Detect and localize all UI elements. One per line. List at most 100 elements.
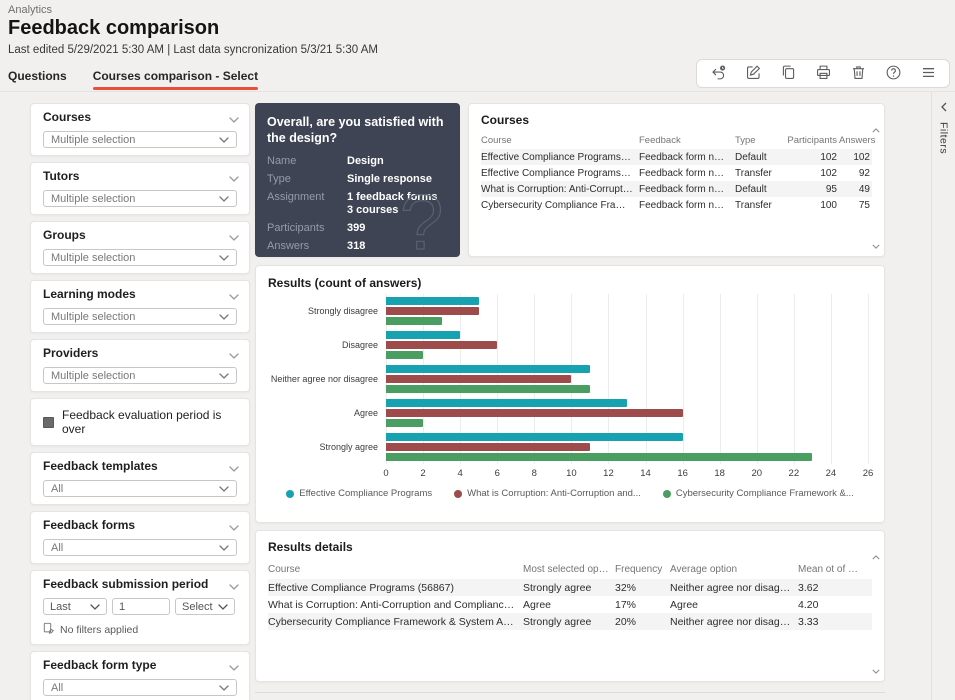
bar-what-is-corruption-anti-corruption-and [386,307,479,315]
column-header: Course [481,135,639,146]
tutors-select[interactable]: Multiple selection [43,190,237,207]
chevron-down-icon[interactable] [229,658,239,676]
bar-group-disagree [386,328,868,362]
chevron-down-icon[interactable] [229,228,239,246]
axis-tick-label: 2 [420,468,425,479]
table-cell: Feedback form name [639,168,735,179]
chevron-down-icon[interactable] [229,110,239,128]
chevron-down-icon[interactable] [229,577,239,595]
select-value: Multiple selection [51,193,135,205]
feedback-evaluation-checkbox[interactable] [43,417,54,428]
legend-item-cybersecurity-compliance-framework[interactable]: Cybersecurity Compliance Framework &... [663,488,854,499]
table-cell: Feedback form name [639,200,735,211]
bar-group-strongly-disagree [386,294,868,328]
providers-select[interactable]: Multiple selection [43,367,237,384]
legend-item-what-is-corruption-anti-corruption-and[interactable]: What is Corruption: Anti-Corruption and.… [454,488,641,499]
filter-panel-feedback-submission-period: Feedback submission periodLastSelectNo f… [30,570,250,645]
courses-panel: Courses CourseFeedbackTypeParticipantsAn… [468,103,885,257]
bar-what-is-corruption-anti-corruption-and [386,409,683,417]
breadcrumb[interactable]: Analytics [8,4,52,16]
bar-chart: Strongly disagreeDisagreeNeither agree n… [268,294,872,506]
chart-category-labels: Strongly disagreeDisagreeNeither agree n… [268,294,386,464]
chevron-down-icon[interactable] [229,518,239,536]
chevron-down-icon[interactable] [229,169,239,187]
details-scrollbar[interactable] [871,555,881,674]
select-value: Multiple selection [51,134,135,146]
courses-select[interactable]: Multiple selection [43,131,237,148]
tab-courses-comparison-select[interactable]: Courses comparison - Select [93,69,258,90]
category-label: Disagree [268,328,386,362]
field-label: Type [267,173,347,186]
bar-cybersecurity-compliance-framework [386,317,442,325]
courses-scrollbar[interactable] [871,128,881,249]
filter-panel-feedback-forms: Feedback forms All [30,511,250,564]
filter-title: Groups [43,229,237,242]
chart-x-axis: 02468101214161820222426 [386,468,868,482]
feedback-forms-select[interactable]: All [43,539,237,556]
print-button[interactable] [814,65,832,83]
legend-dot-icon [663,490,671,498]
tab-questions[interactable]: Questions [8,69,67,90]
filter-panel-learning-modes: Learning modesMultiple selection [30,280,250,333]
edit-button[interactable] [744,65,762,83]
period-type-select[interactable]: Last [43,598,107,615]
table-cell: Agree [523,599,615,611]
axis-tick-label: 6 [495,468,500,479]
table-cell: Feedback form name [639,152,735,163]
filter-title: Feedback templates [43,460,237,473]
chevron-down-icon[interactable] [229,346,239,364]
filters-rail-toggle[interactable]: Filters [931,92,955,700]
courses-panel-title: Courses [481,113,872,127]
select-value: Multiple selection [51,370,135,382]
select-value: All [51,682,63,694]
legend-item-effective-compliance-programs[interactable]: Effective Compliance Programs [286,488,432,499]
axis-tick-label: 4 [457,468,462,479]
table-cell: 102 [783,168,839,179]
help-button[interactable] [884,65,902,83]
chevron-down-icon[interactable] [229,287,239,305]
select-value: All [51,542,63,554]
menu-button[interactable] [919,65,937,83]
period-count-input[interactable] [112,598,170,615]
period-unit-select[interactable]: Select [175,598,235,615]
chevron-down-icon[interactable] [229,459,239,477]
column-header: Feedback [639,135,735,146]
groups-select[interactable]: Multiple selection [43,249,237,266]
category-label: Agree [268,396,386,430]
bar-what-is-corruption-anti-corruption-and [386,443,590,451]
results-chart-panel: Results (count of answers) Strongly disa… [255,265,885,523]
table-cell: Cybersecurity Compliance Framework & Sys… [481,200,639,211]
gridline [868,294,869,464]
no-filters-text: No filters applied [60,624,138,636]
column-header: Participants [783,135,839,146]
table-cell: 92 [839,168,872,179]
chevron-down-icon [219,682,229,694]
filter-panel-feedback-evaluation: Feedback evaluation period is over [30,398,250,446]
edit-icon [745,64,762,84]
axis-tick-label: 14 [640,468,651,479]
checkbox-row: Feedback evaluation period is over [43,406,237,438]
question-mark-ghost-icon: ? [398,177,454,257]
courses-table: CourseFeedbackTypeParticipantsAnswersEff… [481,132,872,213]
learning-modes-select[interactable]: Multiple selection [43,308,237,325]
axis-tick-label: 26 [863,468,874,479]
chevron-down-icon [219,370,229,382]
table-cell: Neither agree nor disagree [670,582,798,594]
legend-dot-icon [454,490,462,498]
scroll-down-icon [872,669,880,674]
table-row: Cybersecurity Compliance Framework & Sys… [268,613,872,630]
filter-title: Feedback forms [43,519,237,532]
feedback-form-type-select[interactable]: All [43,679,237,696]
history-button[interactable] [709,65,727,83]
table-row: Effective Compliance Programs (56867)Fee… [481,165,872,181]
delete-button[interactable] [849,65,867,83]
bar-cybersecurity-compliance-framework [386,419,423,427]
copy-button[interactable] [779,65,797,83]
filter-panel-tutors: TutorsMultiple selection [30,162,250,215]
bar-what-is-corruption-anti-corruption-and [386,375,571,383]
table-cell: Effective Compliance Programs (56867) [268,582,523,594]
table-cell: 4.20 [798,599,872,611]
feedback-templates-select[interactable]: All [43,480,237,497]
table-cell: What is Corruption: Anti-Corruption and … [481,184,639,195]
table-cell: Strongly agree [523,616,615,628]
